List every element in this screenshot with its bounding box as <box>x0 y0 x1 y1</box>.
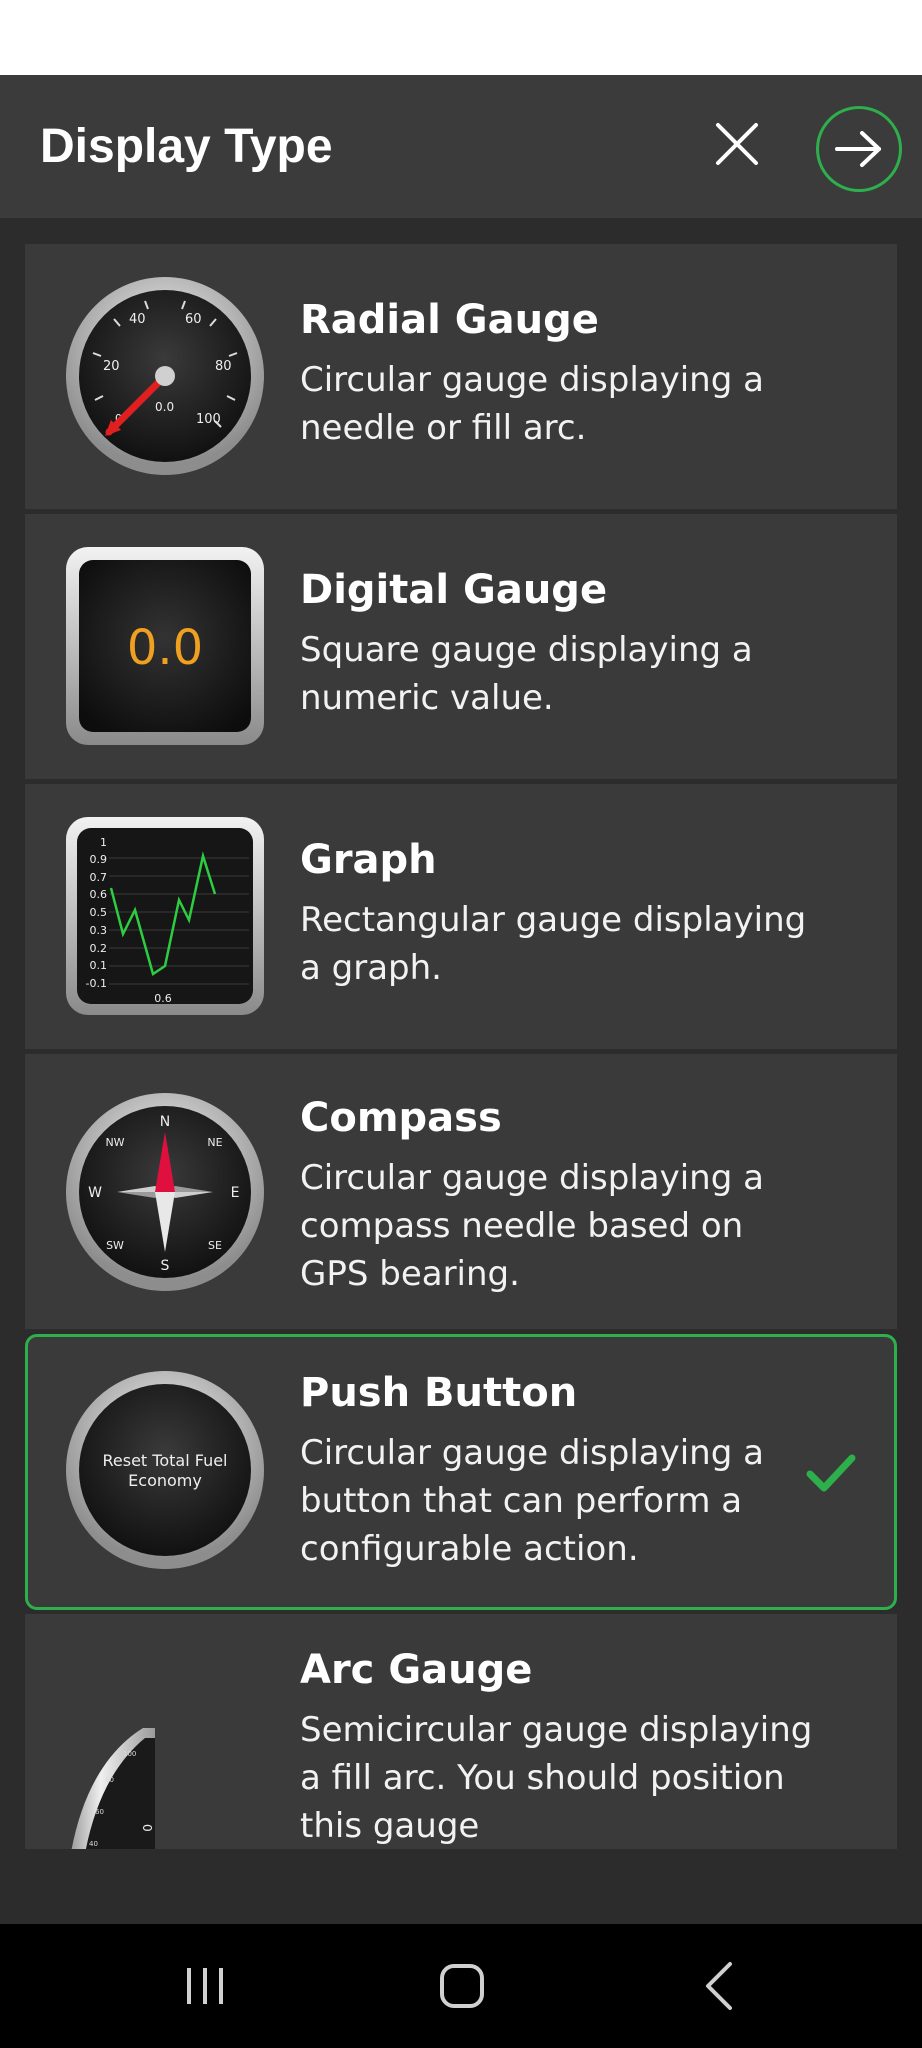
compass-gauge-icon: N NE E SE S SW W NW <box>66 1093 264 1291</box>
arrow-right-icon <box>835 131 881 167</box>
page-title: Display Type <box>40 120 333 173</box>
list-item-arc-gauge[interactable]: 100 80 60 40 20 0 Arc Gauge Semicircular… <box>25 1614 897 1849</box>
graph-gauge-icon: 1 0.9 0.7 0.6 0.5 0.3 0.2 0.1 -0.1 0.6 <box>66 817 264 1015</box>
home-icon[interactable] <box>432 1956 492 2016</box>
back-icon[interactable] <box>690 1956 750 2016</box>
item-title: Digital Gauge <box>300 567 608 613</box>
arc-tick-60: 60 <box>95 1808 104 1816</box>
item-title: Push Button <box>300 1370 578 1416</box>
radial-gauge-icon: 20 40 60 80 100 0 0.0 <box>66 277 264 475</box>
arc-tick-100: 100 <box>123 1750 136 1758</box>
item-title: Graph <box>300 837 437 883</box>
axis-label: 0.9 <box>90 853 108 866</box>
list-item-digital-gauge[interactable]: 0.0 Digital Gauge Square gauge displayin… <box>25 514 897 779</box>
tick-label-80: 80 <box>215 359 232 374</box>
arc-gauge-icon: 100 80 60 40 20 0 <box>71 1728 155 1849</box>
button-label-line2: Economy <box>128 1471 202 1490</box>
axis-label: -0.1 <box>86 977 107 990</box>
item-description: Rectangular gauge displaying a graph. <box>300 900 807 988</box>
close-icon <box>716 123 758 165</box>
list-item-radial-gauge[interactable]: 20 40 60 80 100 0 0.0 Radial Gauge Circu… <box>25 244 897 509</box>
item-description: Circular gauge displaying a compass need… <box>300 1158 764 1294</box>
item-title: Arc Gauge <box>300 1647 533 1693</box>
system-navigation-bar <box>0 1924 922 2048</box>
digital-gauge-icon: 0.0 <box>66 547 264 745</box>
tick-label-100: 100 <box>196 412 221 427</box>
item-description: Circular gauge displaying a button that … <box>300 1433 764 1569</box>
axis-label: 0.7 <box>90 871 108 884</box>
compass-nw: NW <box>105 1136 124 1149</box>
axis-label: 0.5 <box>90 906 108 919</box>
compass-s: S <box>161 1258 170 1274</box>
list-item-compass[interactable]: N NE E SE S SW W NW Compass Circular gau… <box>25 1054 897 1329</box>
status-bar <box>0 0 922 75</box>
item-title: Radial Gauge <box>300 297 599 343</box>
item-description: Semicircular gauge displaying a fill arc… <box>300 1710 813 1846</box>
tick-label-20: 20 <box>103 359 120 374</box>
item-title: Compass <box>300 1095 502 1141</box>
axis-label: 0.3 <box>90 924 108 937</box>
gauge-readout: 0.0 <box>155 400 174 414</box>
close-button[interactable] <box>706 113 768 175</box>
compass-ne: NE <box>207 1136 222 1149</box>
check-icon <box>806 1454 856 1492</box>
item-description: Circular gauge displaying a needle or fi… <box>300 360 764 448</box>
arc-tick-40: 40 <box>89 1840 98 1848</box>
compass-n: N <box>160 1114 170 1130</box>
push-button-gauge-icon: Reset Total Fuel Economy <box>66 1371 264 1569</box>
axis-label: 0.1 <box>90 959 108 972</box>
axis-footer: 0.6 <box>154 992 172 1005</box>
item-description: Square gauge displaying a numeric value. <box>300 630 753 718</box>
compass-w: W <box>88 1185 102 1201</box>
list-item-graph[interactable]: 1 0.9 0.7 0.6 0.5 0.3 0.2 0.1 -0.1 0.6 G… <box>25 784 897 1049</box>
axis-label: 1 <box>100 836 107 849</box>
tick-label-40: 40 <box>129 312 146 327</box>
axis-label: 0.6 <box>90 888 108 901</box>
arc-readout: 0 <box>140 1824 154 1832</box>
arc-tick-80: 80 <box>105 1776 114 1784</box>
axis-label: 0.2 <box>90 942 108 955</box>
display-type-list[interactable]: 20 40 60 80 100 0 0.0 Radial Gauge Circu… <box>0 218 922 1924</box>
compass-se: SE <box>208 1239 222 1252</box>
tick-label-60: 60 <box>185 312 202 327</box>
button-label-line1: Reset Total Fuel <box>103 1451 228 1470</box>
next-button[interactable] <box>816 106 902 192</box>
digital-readout: 0.0 <box>127 620 203 676</box>
list-item-push-button[interactable]: Reset Total Fuel Economy Push Button Cir… <box>25 1334 897 1610</box>
header: Display Type <box>0 75 922 218</box>
recent-apps-icon[interactable] <box>175 1956 235 2016</box>
compass-e: E <box>231 1185 240 1201</box>
compass-sw: SW <box>106 1239 124 1252</box>
